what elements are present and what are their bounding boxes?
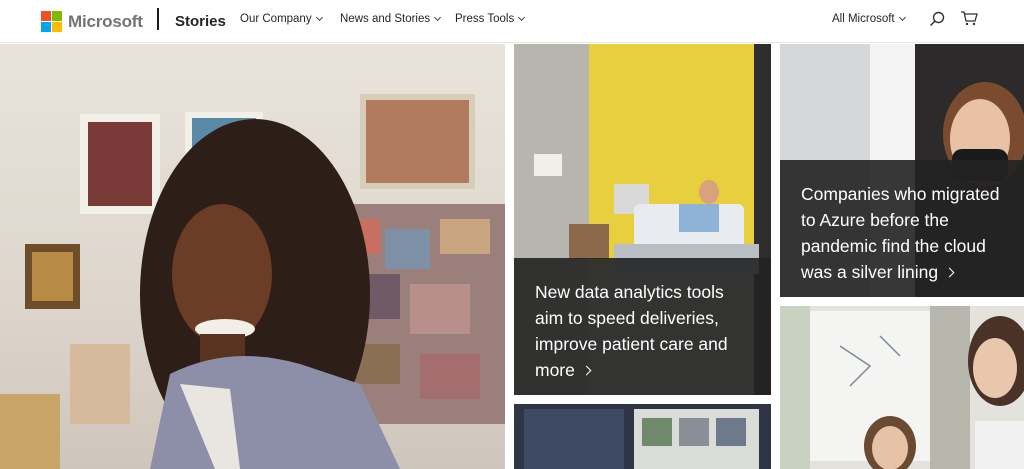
all-microsoft-menu[interactable]: All Microsoft xyxy=(832,13,906,25)
nav-press-tools[interactable]: Press Tools xyxy=(455,13,526,25)
story-headline[interactable]: Companies who migrated to Azure before t… xyxy=(801,184,999,282)
hero-story-tile[interactable] xyxy=(0,44,505,469)
site-header: Microsoft Stories Our Company News and S… xyxy=(0,0,1024,43)
story-tile-azure[interactable]: Companies who migrated to Azure before t… xyxy=(780,44,1024,297)
chevron-right-icon xyxy=(944,267,955,278)
hero-photo xyxy=(0,94,505,469)
chevron-down-icon xyxy=(315,13,323,21)
office-photo xyxy=(514,404,771,469)
chevron-right-icon xyxy=(581,365,592,376)
stories-link[interactable]: Stories xyxy=(175,13,226,30)
header-divider xyxy=(157,8,159,30)
story-tile-bottom-middle[interactable] xyxy=(514,404,771,469)
story-overlay[interactable]: New data analytics tools aim to speed de… xyxy=(514,258,771,395)
nav-label: Our Company xyxy=(240,13,312,25)
nav-label: Press Tools xyxy=(455,13,515,25)
nav-news-and-stories[interactable]: News and Stories xyxy=(340,13,442,25)
logo-text: Microsoft xyxy=(68,11,143,31)
story-tile-data-analytics[interactable]: New data analytics tools aim to speed de… xyxy=(514,44,771,395)
story-headline[interactable]: New data analytics tools aim to speed de… xyxy=(535,282,728,380)
chevron-down-icon xyxy=(518,13,526,21)
chevron-down-icon xyxy=(898,13,906,21)
whiteboard-photo xyxy=(780,306,1024,469)
nav-our-company[interactable]: Our Company xyxy=(240,13,323,25)
search-icon[interactable] xyxy=(929,11,945,27)
chevron-down-icon xyxy=(434,13,442,21)
nav-label: News and Stories xyxy=(340,13,431,25)
story-tile-bottom-right[interactable] xyxy=(780,306,1024,469)
microsoft-logo[interactable]: Microsoft xyxy=(41,11,143,32)
all-microsoft-label: All Microsoft xyxy=(832,13,895,25)
microsoft-logo-icon xyxy=(41,11,62,32)
cart-icon[interactable] xyxy=(960,10,978,26)
story-overlay[interactable]: Companies who migrated to Azure before t… xyxy=(780,160,1024,297)
